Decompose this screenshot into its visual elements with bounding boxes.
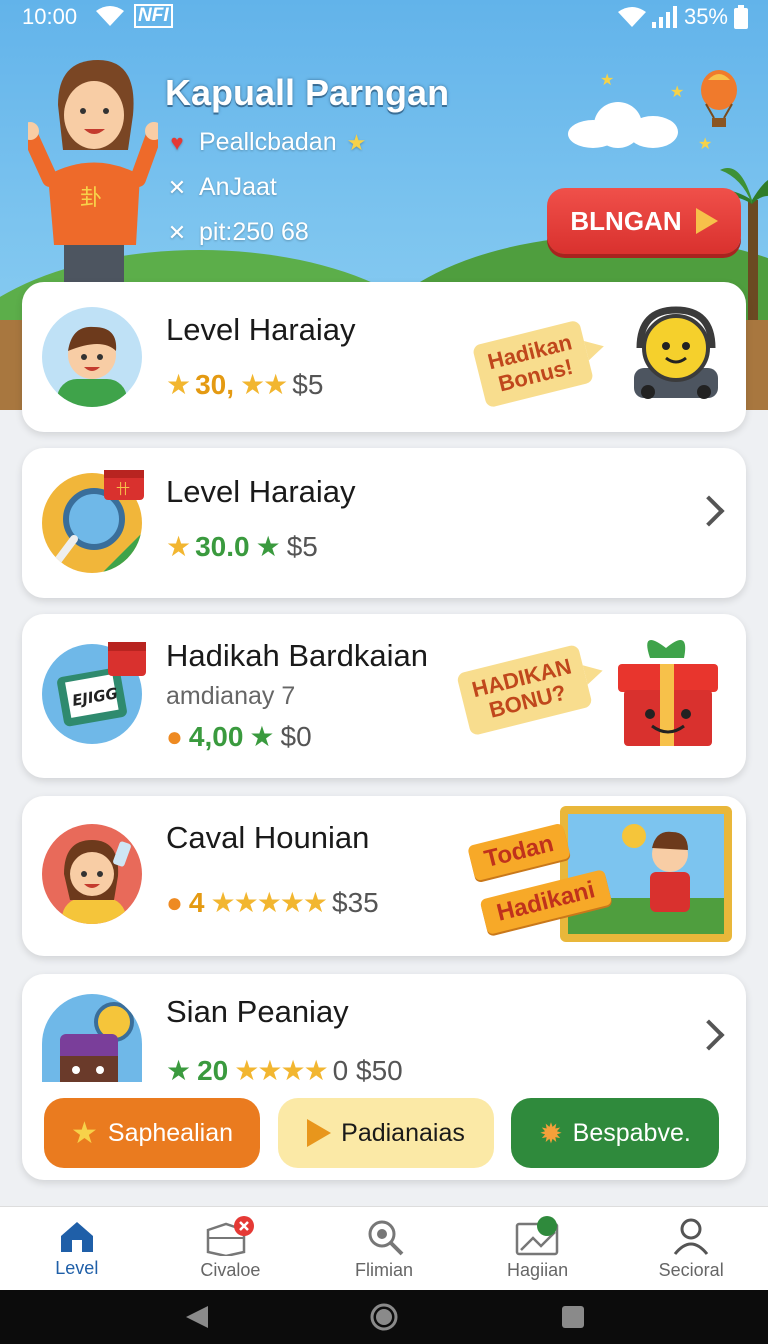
close-icon: ✕ [167,174,187,200]
gear-icon: ✹ [539,1117,563,1149]
signal-icon [651,6,677,28]
hero-line-2: ✕ AnJaat [165,173,277,202]
pumpkin-icon: ● [166,720,183,752]
star-icon: ★ [249,721,275,752]
star-decoration: ★ [698,134,713,153]
stars-icon: ★ [166,531,191,562]
avatar [42,824,142,924]
recents-icon[interactable] [560,1304,586,1330]
nav-item-civaloe[interactable]: Civaloe [154,1207,308,1290]
image-icon [515,1216,558,1256]
level-card[interactable]: Caval Hounian ● 4 ★★★★★ $35 Todan Hadika… [22,796,746,956]
card-title: Caval Hounian [166,820,370,855]
chevron-right-icon[interactable] [693,1019,725,1051]
hero-line-likes: ♥ Peallcbadan ★ [165,128,366,157]
boy-avatar-icon [57,326,127,407]
card-meta: ● 4 ★★★★★ $35 [166,886,379,919]
chest-icon [60,1002,134,1082]
star-decoration: ★ [670,82,685,101]
tertiary-button[interactable]: ✹ Bespabve. [511,1098,719,1168]
bonus-tag: Hadikan Bonus! [471,319,594,409]
level-card[interactable]: Level Haraiay ★ 30, ★★ $5 Hadikan Bonus! [22,282,746,432]
cloud-icon [568,100,678,148]
heart-icon: ♥ [170,129,184,155]
card-title: Sian Peaniay [166,994,349,1029]
status-time: 10:00 [22,4,78,29]
level-card[interactable]: 卄 Level Haraiay ★ 30.0 ★ $5 [22,448,746,598]
level-card[interactable]: EJIGG Hadikah Bardkaian amdianay 7 ● 4,0… [22,614,746,778]
kid-illustration: 卦 [28,60,158,285]
card-meta: ★ 30.0 ★ $5 [166,530,318,563]
wifi-icon [617,7,646,27]
box-icon [207,1216,255,1256]
nav-item-level[interactable]: Level [0,1207,154,1290]
bonus-tag: HADIKAN BONU? [456,643,594,737]
svg-text:卄: 卄 [116,482,130,498]
pumpkin-icon: ● [166,886,183,918]
stars-icon: ★ [166,369,191,400]
cta-button[interactable]: BLNGAN [547,188,741,254]
hero-title: Kapuall Parngan [165,72,450,113]
star-icon: ★ [166,1055,192,1086]
card-title: Hadikah Bardkaian [166,638,428,673]
primary-button[interactable]: ★ Saphealian [44,1098,260,1168]
chevron-right-icon[interactable] [693,495,725,527]
stars-icon: ★★★★ [234,1055,328,1086]
play-icon [695,208,718,234]
play-icon [307,1119,332,1147]
card-meta: ★ 20 ★★★★ 0 $50 [166,1054,403,1087]
avatar [42,307,142,407]
card-meta: ● 4,00 ★ $0 [166,720,312,753]
card-subtitle: amdianay 7 [166,682,296,710]
gift-icon [108,642,146,676]
star-icon: ★ [255,531,281,562]
card-title: Level Haraiay [166,312,356,347]
back-icon[interactable] [184,1304,210,1330]
robot-mascot-icon [634,306,718,399]
todan-tag: Todan [467,822,572,882]
hero-line-3: ✕ pit:250 68 [165,218,309,247]
avatar [42,994,142,1082]
hot-air-balloon-icon [701,70,737,127]
stars-icon: ★★ [240,369,288,400]
bottom-nav: Level Civaloe Flimian Hagiian Secioral [0,1206,768,1290]
system-nav-bar [0,1290,768,1344]
stars-icon: ★★★★★ [210,887,329,918]
battery-icon [734,5,748,29]
close-icon: ✕ [167,219,187,245]
person-icon [674,1218,709,1255]
card-meta: ★ 30, ★★ $5 [166,368,324,401]
star-decoration: ★ [600,70,615,89]
status-right: 35% [617,4,748,30]
star-icon: ★ [346,129,367,155]
svg-text:卦: 卦 [80,186,102,211]
home-icon [60,1222,93,1252]
nav-item-secioral[interactable]: Secioral [614,1207,768,1290]
wifi-icon [96,6,124,26]
gift-icon: 卄 [104,470,144,500]
secondary-button[interactable]: Padianaias [278,1098,494,1168]
girl-avatar-icon [62,840,131,924]
gift-box-icon [618,640,718,746]
nav-item-flimian[interactable]: Flimian [307,1207,461,1290]
star-icon: ★ [70,1116,98,1150]
home-button-icon[interactable] [369,1302,399,1332]
nav-item-hagiian[interactable]: Hagiian [461,1207,615,1290]
card-title: Level Haraiay [166,474,356,509]
search-gear-icon [368,1220,404,1256]
status-bar: 10:00 NFI 35% [0,0,768,34]
nfc-icon: NFI [134,4,173,28]
battery-percent: 35% [683,4,728,29]
